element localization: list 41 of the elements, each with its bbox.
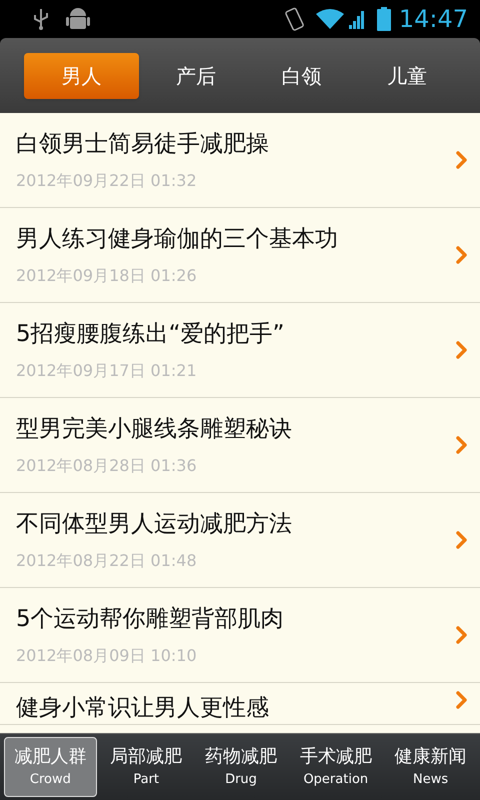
category-tab[interactable]: 儿童: [358, 52, 456, 98]
article-row[interactable]: 男人练习健身瑜伽的三个基本功 2012年09月18日 01:26: [0, 208, 480, 303]
article-title: 5招瘦腰腹练出“爱的把手”: [16, 320, 286, 349]
category-tab[interactable]: 白领: [252, 52, 350, 98]
article-title: 男人练习健身瑜伽的三个基本功: [16, 224, 339, 254]
article-row[interactable]: 白领男士简易徒手减肥操 2012年09月22日 01:32: [0, 113, 480, 208]
article-row[interactable]: 型男完美小腿线条雕塑秘诀 2012年08月28日 01:36: [0, 398, 480, 493]
usb-icon: [32, 7, 50, 31]
article-date: 2012年09月17日 01:21: [16, 360, 198, 382]
bottom-nav-tab[interactable]: 局部减肥 Part: [100, 737, 192, 797]
category-tab[interactable]: 产后: [147, 52, 245, 98]
article-row[interactable]: 5招瘦腰腹练出“爱的把手” 2012年09月17日 01:21: [0, 303, 480, 398]
bottom-nav-tab[interactable]: 手术减肥 Operation: [290, 737, 382, 797]
article-date: 2012年08月28日 01:36: [16, 455, 198, 478]
chevron-right-icon: [456, 436, 468, 454]
article-title: 白领男士简易徒手减肥操: [16, 130, 270, 159]
wifi-icon: [314, 8, 345, 30]
status-time: 14:47: [398, 4, 468, 35]
article-row[interactable]: 健身小常识让男人更性感: [0, 683, 480, 725]
chevron-right-icon: [456, 626, 468, 644]
article-row[interactable]: 不同体型男人运动减肥方法 2012年08月22日 01:48: [0, 493, 480, 588]
article-title: 不同体型男人运动减肥方法: [16, 510, 293, 539]
chevron-right-icon: [456, 531, 468, 549]
vibrate-icon: [282, 6, 307, 32]
article-title: 健身小常识让男人更性感: [16, 694, 270, 723]
article-title: 5个运动帮你雕塑背部肌肉: [16, 604, 285, 634]
article-date: 2012年09月18日 01:26: [16, 265, 198, 288]
chevron-right-icon: [456, 691, 468, 709]
bottom-nav-tab[interactable]: 健康新闻 News: [385, 737, 476, 797]
article-date: 2012年08月22日 01:48: [16, 550, 198, 572]
article-title: 型男完美小腿线条雕塑秘诀: [16, 414, 293, 444]
bottom-nav-tab[interactable]: 药物减肥 Drug: [196, 737, 286, 797]
bottom-nav-tab[interactable]: 减肥人群 Crowd: [4, 737, 97, 797]
chevron-right-icon: [456, 246, 468, 264]
chevron-right-icon: [456, 341, 468, 359]
article-date: 2012年08月09日 10:10: [16, 645, 198, 668]
battery-icon: [376, 7, 391, 31]
article-date: 2012年09月22日 01:32: [16, 170, 198, 192]
chevron-right-icon: [456, 151, 468, 169]
android-icon: [66, 6, 90, 32]
article-row[interactable]: 5个运动帮你雕塑背部肌肉 2012年08月09日 10:10: [0, 588, 480, 683]
